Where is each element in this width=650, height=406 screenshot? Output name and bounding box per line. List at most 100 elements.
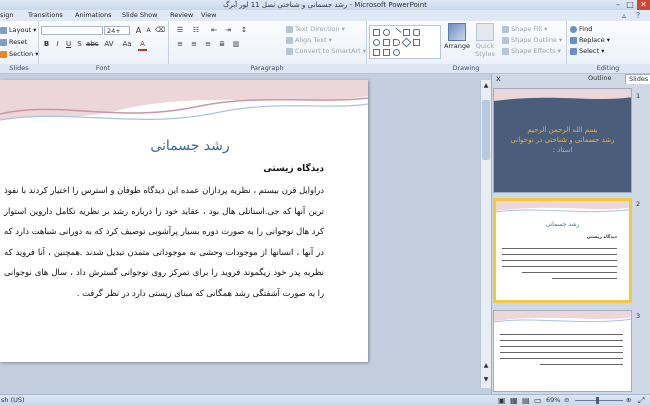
textbox-shape-icon[interactable] (403, 29, 410, 36)
font-color-button[interactable]: A (138, 40, 147, 51)
font-group: 24+ A A ⌫ B I U S abc AV Aa A Font (38, 21, 169, 73)
shape-effects-button[interactable]: Shape Effects ▾ (502, 47, 561, 56)
align-right-icon[interactable]: ≡ (202, 40, 214, 49)
tab-transitions[interactable]: Transitions (28, 10, 63, 21)
zoom-slider[interactable] (575, 400, 623, 401)
rounded-rect-shape-icon[interactable] (413, 29, 420, 36)
font-group-label: Font (38, 64, 168, 73)
reset-button[interactable]: Reset (0, 38, 27, 47)
clear-format-icon[interactable]: ⌫ (155, 26, 165, 35)
scroll-thumb[interactable] (482, 100, 490, 160)
zoom-out-icon[interactable]: ⊖ (564, 395, 569, 406)
columns-icon[interactable]: ▥ (230, 40, 242, 49)
next-slide-icon[interactable]: ▼ (482, 376, 490, 384)
shapes-gallery[interactable] (369, 25, 441, 59)
zoom-slider-thumb[interactable] (596, 397, 599, 404)
drawing-group-label: Drawing (366, 64, 566, 73)
slide-subtitle[interactable]: دیدگاه زیستی (263, 164, 324, 174)
align-center-icon[interactable]: ≡ (188, 40, 200, 49)
tab-review[interactable]: Review (170, 10, 193, 21)
star-shape-icon[interactable] (393, 49, 400, 56)
decrease-indent-icon[interactable]: ⇤ (208, 26, 220, 35)
thumb2-subtitle: دیدگاه زیستی (586, 235, 617, 240)
normal-view-icon[interactable]: ▣ (498, 395, 506, 406)
layout-button[interactable]: Layout ▾ (0, 26, 36, 35)
scroll-up-icon[interactable]: ▲ (482, 82, 490, 90)
change-case-button[interactable]: Aa (120, 40, 134, 49)
tab-animations[interactable]: Animations (75, 10, 112, 21)
line-shape-icon[interactable] (391, 27, 402, 38)
half-shape-icon[interactable] (393, 39, 400, 46)
numbering-icon[interactable]: ☷ (190, 26, 202, 35)
line-spacing-icon[interactable]: ↕ (238, 26, 250, 35)
slide-body-text[interactable]: دراوایل قرن بیستم ، نظریه پردازان عمده ا… (4, 180, 324, 303)
thumb2-waves (496, 201, 629, 213)
slide-thumbnail-1[interactable]: بسم الله الرحمن الرحیم رشد جسمانی و شناخ… (493, 88, 632, 193)
quick-styles-button[interactable]: Quick Styles (470, 23, 500, 58)
find-button[interactable]: Find (570, 25, 592, 34)
replace-icon (570, 36, 577, 44)
slide-title[interactable]: رشد جسمانی (70, 138, 310, 154)
fit-to-window-icon[interactable]: ⤢ (638, 395, 644, 406)
replace-button[interactable]: Replace ▾ (570, 36, 610, 45)
convert-smartart-button[interactable]: Convert to SmartArt ▾ (286, 47, 366, 56)
zoom-in-icon[interactable]: ⊕ (626, 395, 631, 406)
select-button[interactable]: Select ▾ (570, 47, 604, 56)
current-slide[interactable]: رشد جسمانی دیدگاه زیستی دراوایل قرن بیست… (0, 80, 368, 362)
zoom-level[interactable]: 69% (546, 395, 560, 406)
prev-slide-icon[interactable]: ▲ (482, 362, 490, 370)
text-direction-button[interactable]: Text Direction ▾ (286, 25, 345, 34)
ribbon: Layout ▾ Reset Section ▾ Slides 24+ A A … (0, 21, 650, 74)
brace-shape-icon[interactable] (413, 39, 420, 46)
section-button[interactable]: Section ▾ (0, 50, 39, 59)
help-icon[interactable]: ? (636, 11, 640, 20)
reading-view-icon[interactable]: ▤ (522, 395, 530, 406)
slide-thumbnail-3[interactable] (493, 310, 632, 392)
grow-font-button[interactable]: A (134, 26, 143, 35)
arrange-button[interactable]: Arrange (442, 23, 472, 50)
maximize-icon[interactable]: □ (624, 0, 636, 10)
slide-show-icon[interactable]: ▭ (534, 395, 542, 406)
underline-button[interactable]: U (64, 40, 73, 49)
shadow-button[interactable]: S (75, 40, 84, 49)
font-name-combo[interactable] (41, 26, 103, 35)
align-text-button[interactable]: Align Text ▾ (286, 36, 332, 45)
tab-slide-show[interactable]: Slide Show (122, 10, 157, 21)
slide-thumbnail-2[interactable]: رشد جسمانی دیدگاه زیستی (493, 198, 632, 303)
tab-slides[interactable]: Slides (625, 74, 650, 84)
slide-sorter-icon[interactable]: ▦ (510, 395, 518, 406)
char-spacing-button[interactable]: AV (102, 40, 116, 49)
font-size-combo[interactable]: 24+ (104, 26, 130, 35)
justify-icon[interactable]: ≣ (216, 40, 228, 49)
tab-outline[interactable]: Outline (588, 74, 612, 83)
circle-shape-icon[interactable] (373, 39, 380, 46)
editing-group: Find Replace ▾ Select ▾ Editing (566, 21, 650, 73)
minimize-ribbon-icon[interactable]: ▵ (622, 11, 626, 20)
align-left-icon[interactable]: ≡ (174, 40, 186, 49)
diamond-shape-icon[interactable] (401, 37, 412, 48)
tab-design[interactable]: sign (0, 10, 13, 21)
rectangle-shape-icon[interactable] (373, 29, 380, 36)
arrow-shape-icon[interactable] (373, 49, 380, 56)
shape-fill-button[interactable]: Shape Fill ▾ (502, 25, 547, 34)
shape-fill-icon (502, 25, 509, 33)
square-shape-icon[interactable] (383, 39, 390, 46)
close-icon[interactable]: ✕ (637, 0, 650, 10)
increase-indent-icon[interactable]: ⇥ (222, 26, 234, 35)
ribbon-tabs: sign Transitions Animations Slide Show R… (0, 10, 650, 21)
status-bar: sh (US) ▣ ▦ ▤ ▭ 69% ⊖ ⊕ ⤢ (0, 394, 650, 406)
bold-button[interactable]: B (42, 40, 51, 49)
bullets-icon[interactable]: ☰ (174, 26, 186, 35)
minimize-icon[interactable]: – (612, 0, 624, 10)
callout-shape-icon[interactable] (383, 49, 390, 56)
thumb3-waves (494, 311, 631, 323)
tab-view[interactable]: View (201, 10, 216, 21)
shape-outline-button[interactable]: Shape Outline ▾ (502, 36, 562, 45)
language-status[interactable]: sh (US) (1, 395, 25, 406)
panel-close-icon[interactable]: x (496, 74, 501, 83)
oval-shape-icon[interactable] (383, 29, 390, 36)
shrink-font-button[interactable]: A (144, 26, 153, 35)
italic-button[interactable]: I (53, 40, 62, 49)
strikethrough-button[interactable]: abc (86, 40, 99, 49)
shape-outline-icon (502, 36, 509, 44)
